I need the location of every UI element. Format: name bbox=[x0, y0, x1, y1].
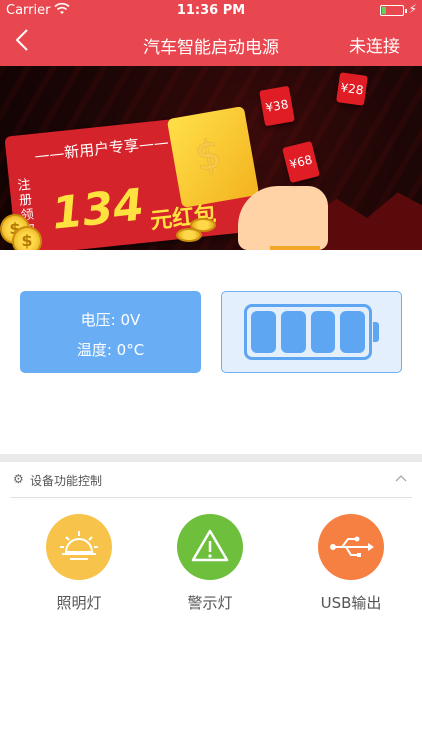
coupon-card-graphic: $ bbox=[166, 105, 260, 209]
warning-triangle-icon bbox=[177, 514, 243, 580]
usb-output-label: USB输出 bbox=[320, 594, 382, 612]
section-title: 设备功能控制 bbox=[30, 474, 103, 488]
dollar-icon: $ bbox=[191, 130, 225, 181]
nav-bar: 汽车智能启动电源 未连接 bbox=[0, 22, 422, 66]
lighting-button[interactable]: 照明灯 bbox=[34, 514, 124, 613]
charging-bolt-icon: ⚡ bbox=[408, 2, 417, 16]
device-controls-header[interactable]: ⚙ 设备功能控制 bbox=[0, 462, 422, 498]
status-time: 11:36 PM bbox=[176, 3, 246, 18]
battery-cell bbox=[251, 311, 276, 353]
sleeve-graphic bbox=[270, 246, 320, 250]
section-divider bbox=[0, 454, 422, 462]
connection-status-button[interactable]: 未连接 bbox=[349, 32, 400, 57]
battery-cell bbox=[340, 311, 365, 353]
gear-icon: ⚙ bbox=[13, 472, 24, 486]
battery-level-panel bbox=[221, 291, 402, 373]
battery-icon bbox=[380, 5, 407, 16]
warning-light-label: 警示灯 bbox=[187, 594, 233, 612]
temperature-readout: 温度: 0°C bbox=[76, 341, 145, 359]
battery-cell bbox=[280, 311, 306, 353]
usb-icon bbox=[318, 514, 384, 580]
coin-graphic: $ bbox=[12, 226, 42, 250]
status-bar: Carrier 11:36 PM ⚡ bbox=[0, 0, 422, 22]
battery-terminal bbox=[373, 322, 379, 342]
voltage-readout: 电压: 0V bbox=[80, 311, 141, 329]
lighting-label: 照明灯 bbox=[56, 594, 102, 612]
red-packet-28: ¥28 bbox=[336, 72, 368, 106]
promo-banner[interactable]: $ ——新用户专享—— 注册领取 134 元红包 ¥38 ¥28 ¥68 $ $ bbox=[0, 66, 422, 250]
section-underline bbox=[10, 497, 412, 498]
chevron-up-icon[interactable] bbox=[394, 470, 408, 484]
promo-amount: 134 bbox=[49, 179, 147, 240]
hand-graphic bbox=[238, 186, 328, 250]
sunrise-light-icon bbox=[46, 514, 112, 580]
red-packet-38: ¥38 bbox=[259, 85, 295, 127]
battery-cell bbox=[310, 311, 336, 353]
voltage-temperature-panel: 电压: 0V 温度: 0°C bbox=[20, 291, 201, 373]
battery-level-icon bbox=[244, 304, 372, 360]
coin-graphic bbox=[190, 218, 216, 232]
warning-light-button[interactable]: 警示灯 bbox=[165, 514, 255, 613]
usb-output-button[interactable]: USB输出 bbox=[306, 514, 396, 613]
